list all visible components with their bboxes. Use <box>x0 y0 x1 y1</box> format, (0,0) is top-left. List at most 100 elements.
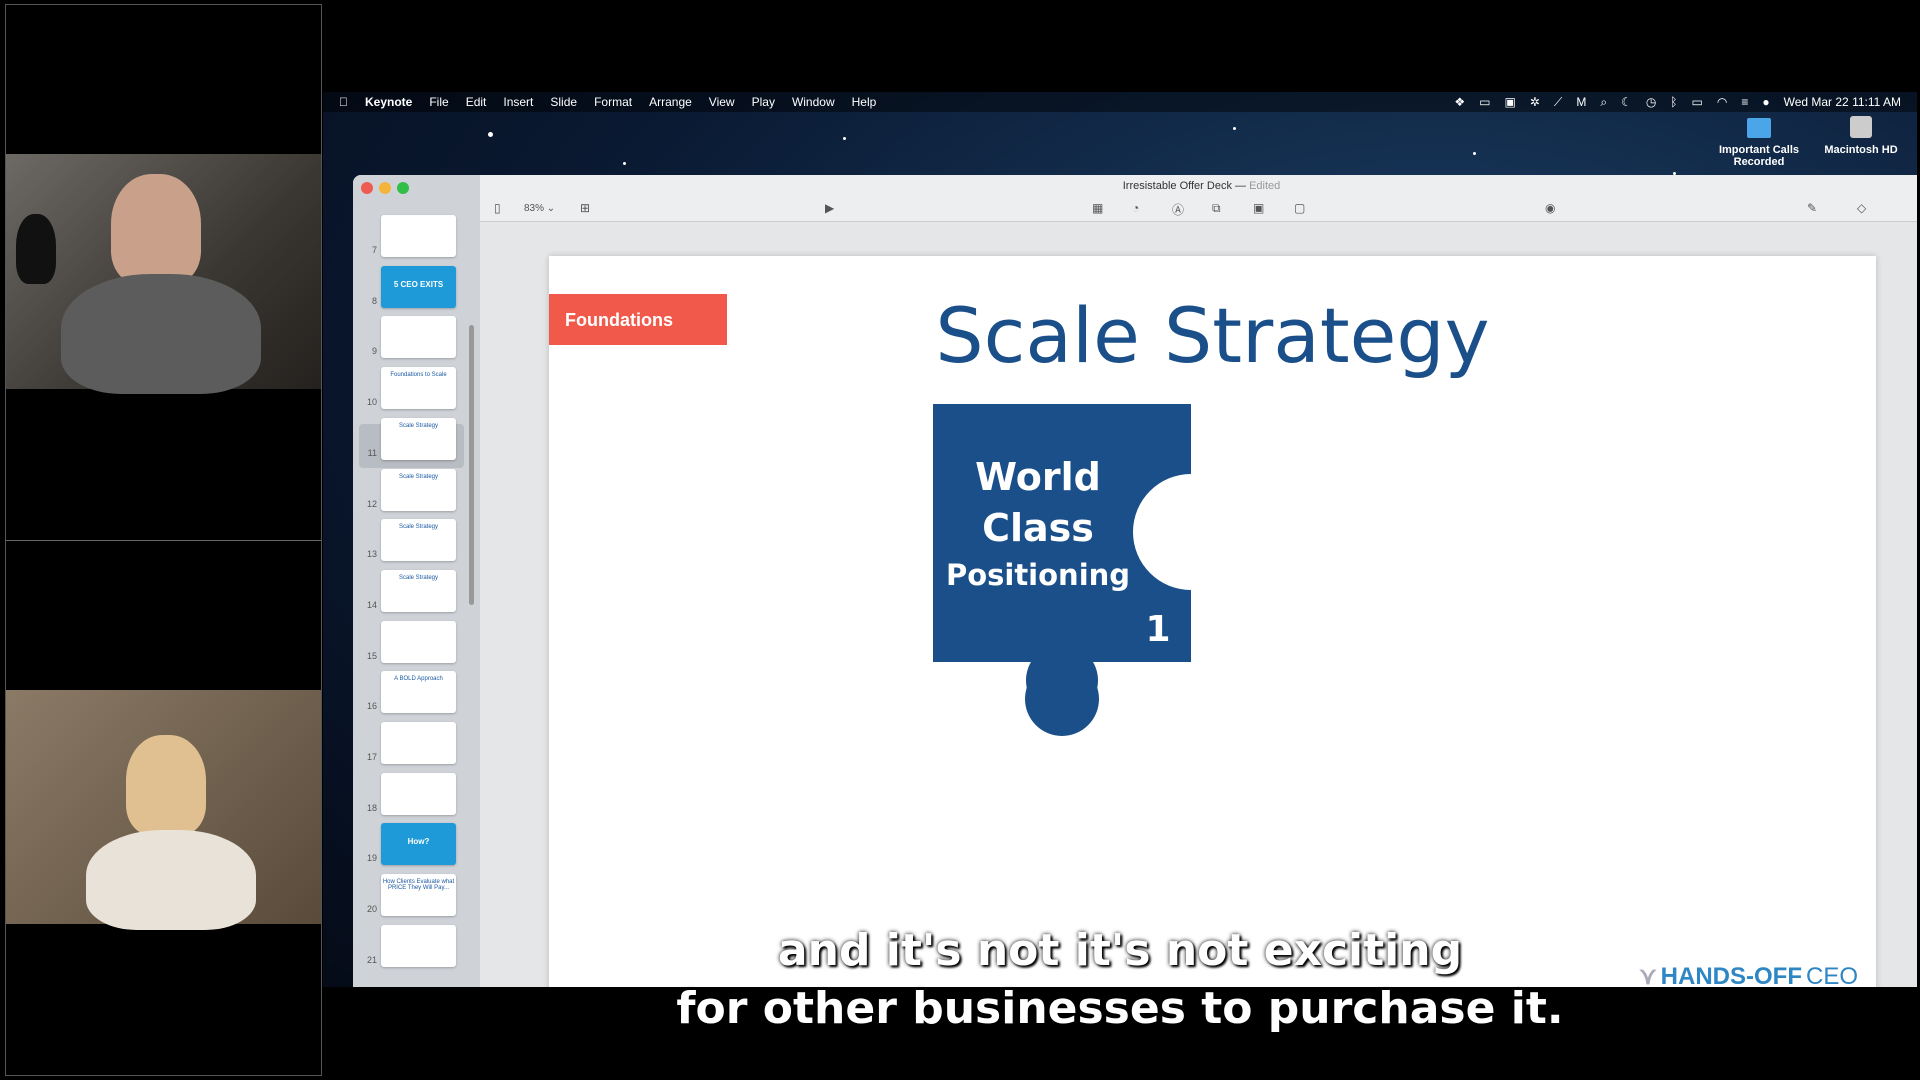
slide-thumbnail-label: Scale Strategy <box>398 524 439 531</box>
puzzle-line3: Positioning <box>946 558 1130 592</box>
slide-thumbnail-label: Foundations to Scale <box>390 372 447 379</box>
menu-insert[interactable]: Insert <box>503 95 533 109</box>
slide-number: 17 <box>366 752 377 762</box>
slide-thumbnail-label: Scale Strategy <box>398 574 439 581</box>
slide-number: 8 <box>371 295 377 306</box>
slide-thumbnail-label: How Clients Evaluate what PRICE They Wil… <box>382 879 455 892</box>
dropbox-icon[interactable]: ❖ <box>1454 95 1465 109</box>
slide-thumbnail[interactable]: Foundations to Scale <box>381 367 456 410</box>
slide-thumbnail-label <box>381 722 456 727</box>
puzzle-piece: World Class Positioning 1 <box>933 404 1191 736</box>
participant-video-1 <box>6 154 321 394</box>
slide-thumbnail[interactable]: Scale Strategy <box>381 569 456 612</box>
slide-thumbnail-label <box>381 773 456 778</box>
collaborate-icon[interactable]: ◉ <box>1545 201 1555 215</box>
comment-icon[interactable]: ▢ <box>1294 201 1305 215</box>
slide-thumbnail-label: 5 CEO EXITS <box>393 279 444 289</box>
document-title: Irresistable Offer Deck — Edited <box>1122 180 1281 192</box>
divider <box>6 540 321 541</box>
menu-window[interactable]: Window <box>792 95 835 109</box>
toolbar: Irresistable Offer Deck — Edited ▯ 83% ⌄… <box>480 175 1917 222</box>
desktop-icon-macintosh-hd[interactable]: Macintosh HD <box>1816 116 1906 156</box>
slide-thumbnail[interactable]: Scale Strategy <box>381 417 456 460</box>
menu-format[interactable]: Format <box>594 95 632 109</box>
play-icon[interactable]: ▶ <box>825 201 834 215</box>
slide-thumbnail[interactable]: How? <box>381 823 456 866</box>
close-button[interactable] <box>361 182 373 194</box>
bartender-icon[interactable]: ▣ <box>1505 95 1516 109</box>
battery-icon[interactable]: ▭ <box>1692 95 1703 109</box>
clock-text[interactable]: Wed Mar 22 11:11 AM <box>1784 95 1901 109</box>
slide-number: 13 <box>366 549 377 560</box>
puzzle-line1: World <box>975 455 1101 499</box>
slide-thumbnail[interactable] <box>381 722 456 764</box>
slide-thumbnail[interactable] <box>381 772 456 815</box>
menu-slide[interactable]: Slide <box>550 95 577 109</box>
slide-number: 14 <box>366 599 377 610</box>
slide-title: Scale Strategy <box>935 291 1490 380</box>
search-icon[interactable]: ⌕ <box>1600 95 1607 110</box>
slide-thumbnail[interactable] <box>381 316 456 359</box>
status-area: ❖ ▭ ▣ ✲ ⟋ M ⌕ ☾ ◷ ᛒ ▭ ◠ ≡ ● Wed Mar 22 1… <box>1454 92 1901 112</box>
slide-number: 7 <box>371 245 377 255</box>
folder-icon <box>1747 118 1771 138</box>
menu-arrange[interactable]: Arrange <box>649 95 692 109</box>
format-icon[interactable]: ✎ <box>1807 201 1817 215</box>
puzzle-number: 1 <box>1145 609 1170 650</box>
slide-thumbnail[interactable] <box>381 620 456 663</box>
hard-drive-icon <box>1850 116 1872 138</box>
clock-icon[interactable]: ◷ <box>1646 95 1656 109</box>
menu-help[interactable]: Help <box>852 95 877 109</box>
menu-app-name[interactable]: Keynote <box>365 95 412 109</box>
slide-thumbnail[interactable] <box>381 215 456 257</box>
moon-icon[interactable]: ☾ <box>1621 95 1632 109</box>
slide-number: 10 <box>366 397 377 408</box>
bluetooth-icon[interactable]: ᛒ <box>1670 95 1677 109</box>
menu-view[interactable]: View <box>709 95 735 109</box>
slide-thumbnail-label: Scale Strategy <box>398 422 439 429</box>
camera-icon[interactable]: ▭ <box>1479 95 1490 109</box>
slide-number: 19 <box>366 853 377 864</box>
slide-thumbnail-label <box>381 316 456 321</box>
slide-thumbnail[interactable]: Scale Strategy <box>381 468 456 511</box>
zoom-dropdown[interactable]: 83% ⌄ <box>524 203 555 214</box>
slide-thumbnail[interactable]: A BOLD Approach <box>381 671 456 714</box>
slide-number: 11 <box>367 447 377 458</box>
tool-icon[interactable]: ⟋ <box>1554 95 1562 110</box>
participant-video-2 <box>6 690 321 930</box>
chart-icon[interactable]: ◔ <box>1132 201 1139 215</box>
menu-file[interactable]: File <box>429 95 448 109</box>
menu-play[interactable]: Play <box>752 95 775 109</box>
malwarebytes-icon[interactable]: M <box>1576 95 1586 109</box>
menu-edit[interactable]: Edit <box>466 95 487 109</box>
table-icon[interactable]: ▦ <box>1092 201 1103 215</box>
slide-thumbnail[interactable]: 5 CEO EXITS <box>381 265 456 308</box>
slide-thumbnail-label <box>381 621 456 626</box>
add-slide-icon[interactable]: ⊞ <box>580 201 590 215</box>
animate-icon[interactable]: ◇ <box>1857 201 1866 215</box>
slide-thumbnail[interactable]: Scale Strategy <box>381 519 456 562</box>
minimize-button[interactable] <box>379 182 391 194</box>
control-center-icon[interactable]: ≡ <box>1741 95 1748 109</box>
apple-icon[interactable]:  <box>339 95 348 109</box>
scrollbar[interactable] <box>469 325 474 605</box>
slide-thumbnail-label: Scale Strategy <box>398 473 439 480</box>
subtitle-line-1: and it's not it's not exciting <box>777 925 1463 976</box>
media-icon[interactable]: ▣ <box>1253 201 1264 215</box>
maximize-button[interactable] <box>397 182 409 194</box>
slide-thumbnail-label: How? <box>407 837 430 847</box>
shape-icon[interactable]: ⧉ <box>1212 201 1221 216</box>
desktop-icon-important-calls[interactable]: Important Calls Recorded <box>1714 118 1804 168</box>
slide-number: 15 <box>366 650 377 661</box>
gear-icon[interactable]: ✲ <box>1530 95 1540 109</box>
slide-canvas[interactable]: Foundations Scale Strategy World Class P… <box>549 256 1876 987</box>
wifi-icon[interactable]: ◠ <box>1717 95 1727 109</box>
keynote-window: 7 8 5 CEO EXITS 9 10 Foundations to Scale 11 Sc… <box>353 175 1917 987</box>
slide-navigator: 7 8 5 CEO EXITS 9 10 Foundations to Scale 11 Sc… <box>353 175 480 987</box>
slide-thumbnail[interactable]: How Clients Evaluate what PRICE They Wil… <box>381 874 456 917</box>
slide-thumbnail-label: A BOLD Approach <box>394 676 443 683</box>
desktop-screen:  Keynote File Edit Insert Slide Format … <box>323 92 1917 987</box>
siri-icon[interactable]: ● <box>1762 95 1769 109</box>
text-icon[interactable]: Ⓐ <box>1172 201 1184 218</box>
view-icon[interactable]: ▯ <box>494 201 501 215</box>
